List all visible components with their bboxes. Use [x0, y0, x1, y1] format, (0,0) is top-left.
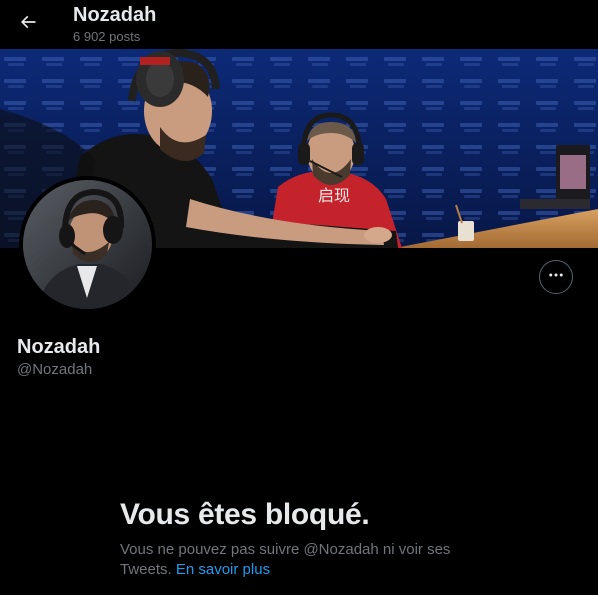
profile-handle: @Nozadah	[17, 361, 93, 378]
profile-header: Nozadah 6 902 posts	[0, 0, 598, 49]
jersey-text: 启现	[318, 186, 350, 205]
blocked-title: Vous êtes bloqué.	[120, 498, 370, 531]
profile-avatar[interactable]	[19, 176, 156, 313]
header-profile-name: Nozadah	[73, 4, 157, 26]
more-horizontal-icon	[547, 266, 565, 289]
posts-count-text: 6 902 posts	[73, 29, 141, 44]
blocked-message: Vous ne pouvez pas suivre @Nozadah ni vo…	[120, 541, 451, 578]
back-button[interactable]	[11, 7, 45, 41]
blocked-message-container: Vous ne pouvez pas suivre @Nozadah ni vo…	[120, 540, 480, 580]
header-posts-count: 6 902 posts	[73, 29, 140, 45]
learn-more-link[interactable]: En savoir plus	[176, 561, 270, 578]
profile-display-name: Nozadah	[17, 336, 101, 358]
arrow-left-icon	[18, 12, 38, 37]
more-options-button[interactable]	[539, 260, 573, 294]
